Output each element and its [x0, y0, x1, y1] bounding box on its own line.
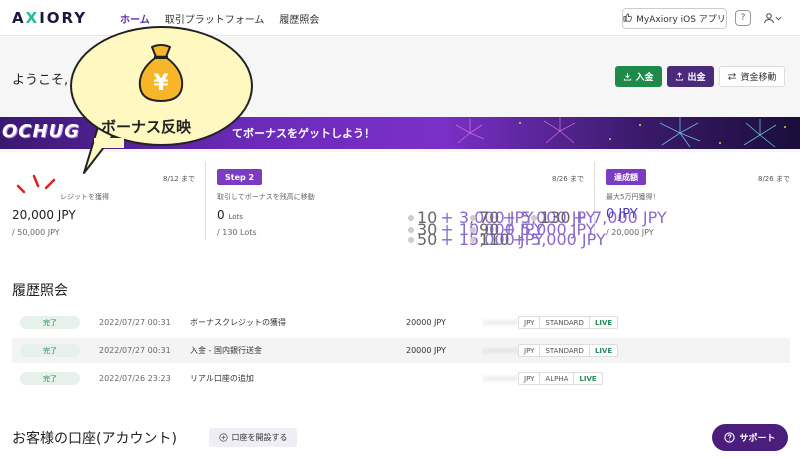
step1-deadline: 8/12 まで	[163, 175, 195, 183]
transfer-button[interactable]: 資金移動	[719, 66, 785, 87]
step3-description: 最大5万円獲得！	[606, 193, 660, 201]
svg-text:¥: ¥	[153, 71, 169, 96]
step2-target: / 130 Lots	[217, 228, 257, 237]
withdraw-button[interactable]: 出金	[667, 66, 714, 87]
thumbs-up-icon	[623, 13, 633, 25]
step3-deadline: 8/26 まで	[758, 175, 790, 183]
status-badge: 完了	[20, 344, 80, 357]
money-bag-icon: ¥	[138, 44, 184, 102]
account-number: 10000000	[482, 318, 518, 327]
deposit-button[interactable]: 入金	[615, 66, 662, 87]
user-icon	[764, 13, 774, 24]
question-icon: ?	[740, 13, 746, 23]
main-nav: ホーム 取引プラットフォーム 履歴照会	[120, 11, 319, 26]
history-description: リアル口座の追加	[190, 374, 254, 383]
step3-badge: 達成額	[606, 169, 646, 185]
history-description: ボーナスクレジットの獲得	[190, 318, 286, 327]
bubble-caption: ボーナス反映	[101, 118, 192, 136]
history-amount: 20000 JPY	[406, 346, 446, 355]
welcome-text: ようこそ,	[12, 73, 69, 88]
help-button[interactable]: ?	[735, 10, 751, 26]
step1-description: レジットを獲得	[60, 193, 109, 201]
account-number: 10000000	[482, 374, 518, 383]
step2-description: 取引してボーナスを残高に移動	[217, 193, 315, 201]
download-icon	[624, 72, 632, 81]
status-badge: 完了	[20, 316, 80, 329]
history-row[interactable]: 完了 2022/07/27 00:31 入金 - 国内銀行送金 20000 JP…	[12, 338, 790, 363]
ios-app-label: MyAxiory iOS アプリ	[636, 15, 726, 25]
emphasis-marks-icon	[16, 174, 56, 194]
step2-badge: Step 2	[217, 169, 263, 185]
status-badge: 完了	[20, 372, 80, 385]
account-number: 10000000	[482, 346, 518, 355]
step2-lots: 0 Lots	[217, 208, 243, 222]
step1-amount: 20,000 JPY	[12, 208, 76, 222]
column-divider	[205, 162, 206, 240]
bubble-tail-cover	[94, 138, 124, 148]
user-menu-button[interactable]	[763, 10, 785, 26]
lot-tier: 110 + 5,000 JPY	[470, 230, 606, 249]
history-row[interactable]: 完了 2022/07/26 23:23 リアル口座の追加 10000000 JP…	[12, 366, 790, 391]
account-tags: JPY ALPHA LIVE	[518, 372, 603, 385]
top-header: AXIORY ホーム 取引プラットフォーム 履歴照会 MyAxiory iOS …	[0, 0, 800, 36]
history-date: 2022/07/27 00:31	[99, 346, 171, 355]
step2-deadline: 8/26 まで	[552, 175, 584, 183]
support-button[interactable]: サポート	[712, 424, 788, 451]
nav-home[interactable]: ホーム	[120, 11, 150, 26]
accounts-title: お客様の口座(アカウント)	[12, 431, 177, 447]
step3-amount: 0 JPY	[606, 207, 638, 222]
account-tags: JPY STANDARD LIVE	[518, 344, 619, 357]
history-row[interactable]: 完了 2022/07/27 00:31 ボーナスクレジットの獲得 20000 J…	[12, 310, 790, 335]
open-account-button[interactable]: 口座を開設する	[209, 428, 297, 447]
history-date: 2022/07/26 23:23	[99, 374, 171, 383]
plus-circle-icon	[218, 433, 228, 442]
axiory-logo[interactable]: AXIORY	[12, 9, 87, 27]
history-title: 履歴照会	[12, 283, 68, 299]
ios-app-button[interactable]: MyAxiory iOS アプリ	[622, 8, 727, 29]
nav-history[interactable]: 履歴照会	[279, 11, 319, 26]
history-amount: 20000 JPY	[406, 318, 446, 327]
upload-icon	[676, 72, 684, 81]
transfer-arrows-icon	[728, 72, 737, 81]
chevron-down-icon	[775, 16, 782, 20]
question-circle-icon	[724, 432, 736, 443]
nav-platform[interactable]: 取引プラットフォーム	[165, 11, 265, 26]
step3-target: / 20,000 JPY	[606, 228, 654, 237]
step1-target: / 50,000 JPY	[12, 228, 60, 237]
history-description: 入金 - 国内銀行送金	[190, 346, 262, 355]
history-date: 2022/07/27 00:31	[99, 318, 171, 327]
account-tags: JPY STANDARD LIVE	[518, 316, 619, 329]
